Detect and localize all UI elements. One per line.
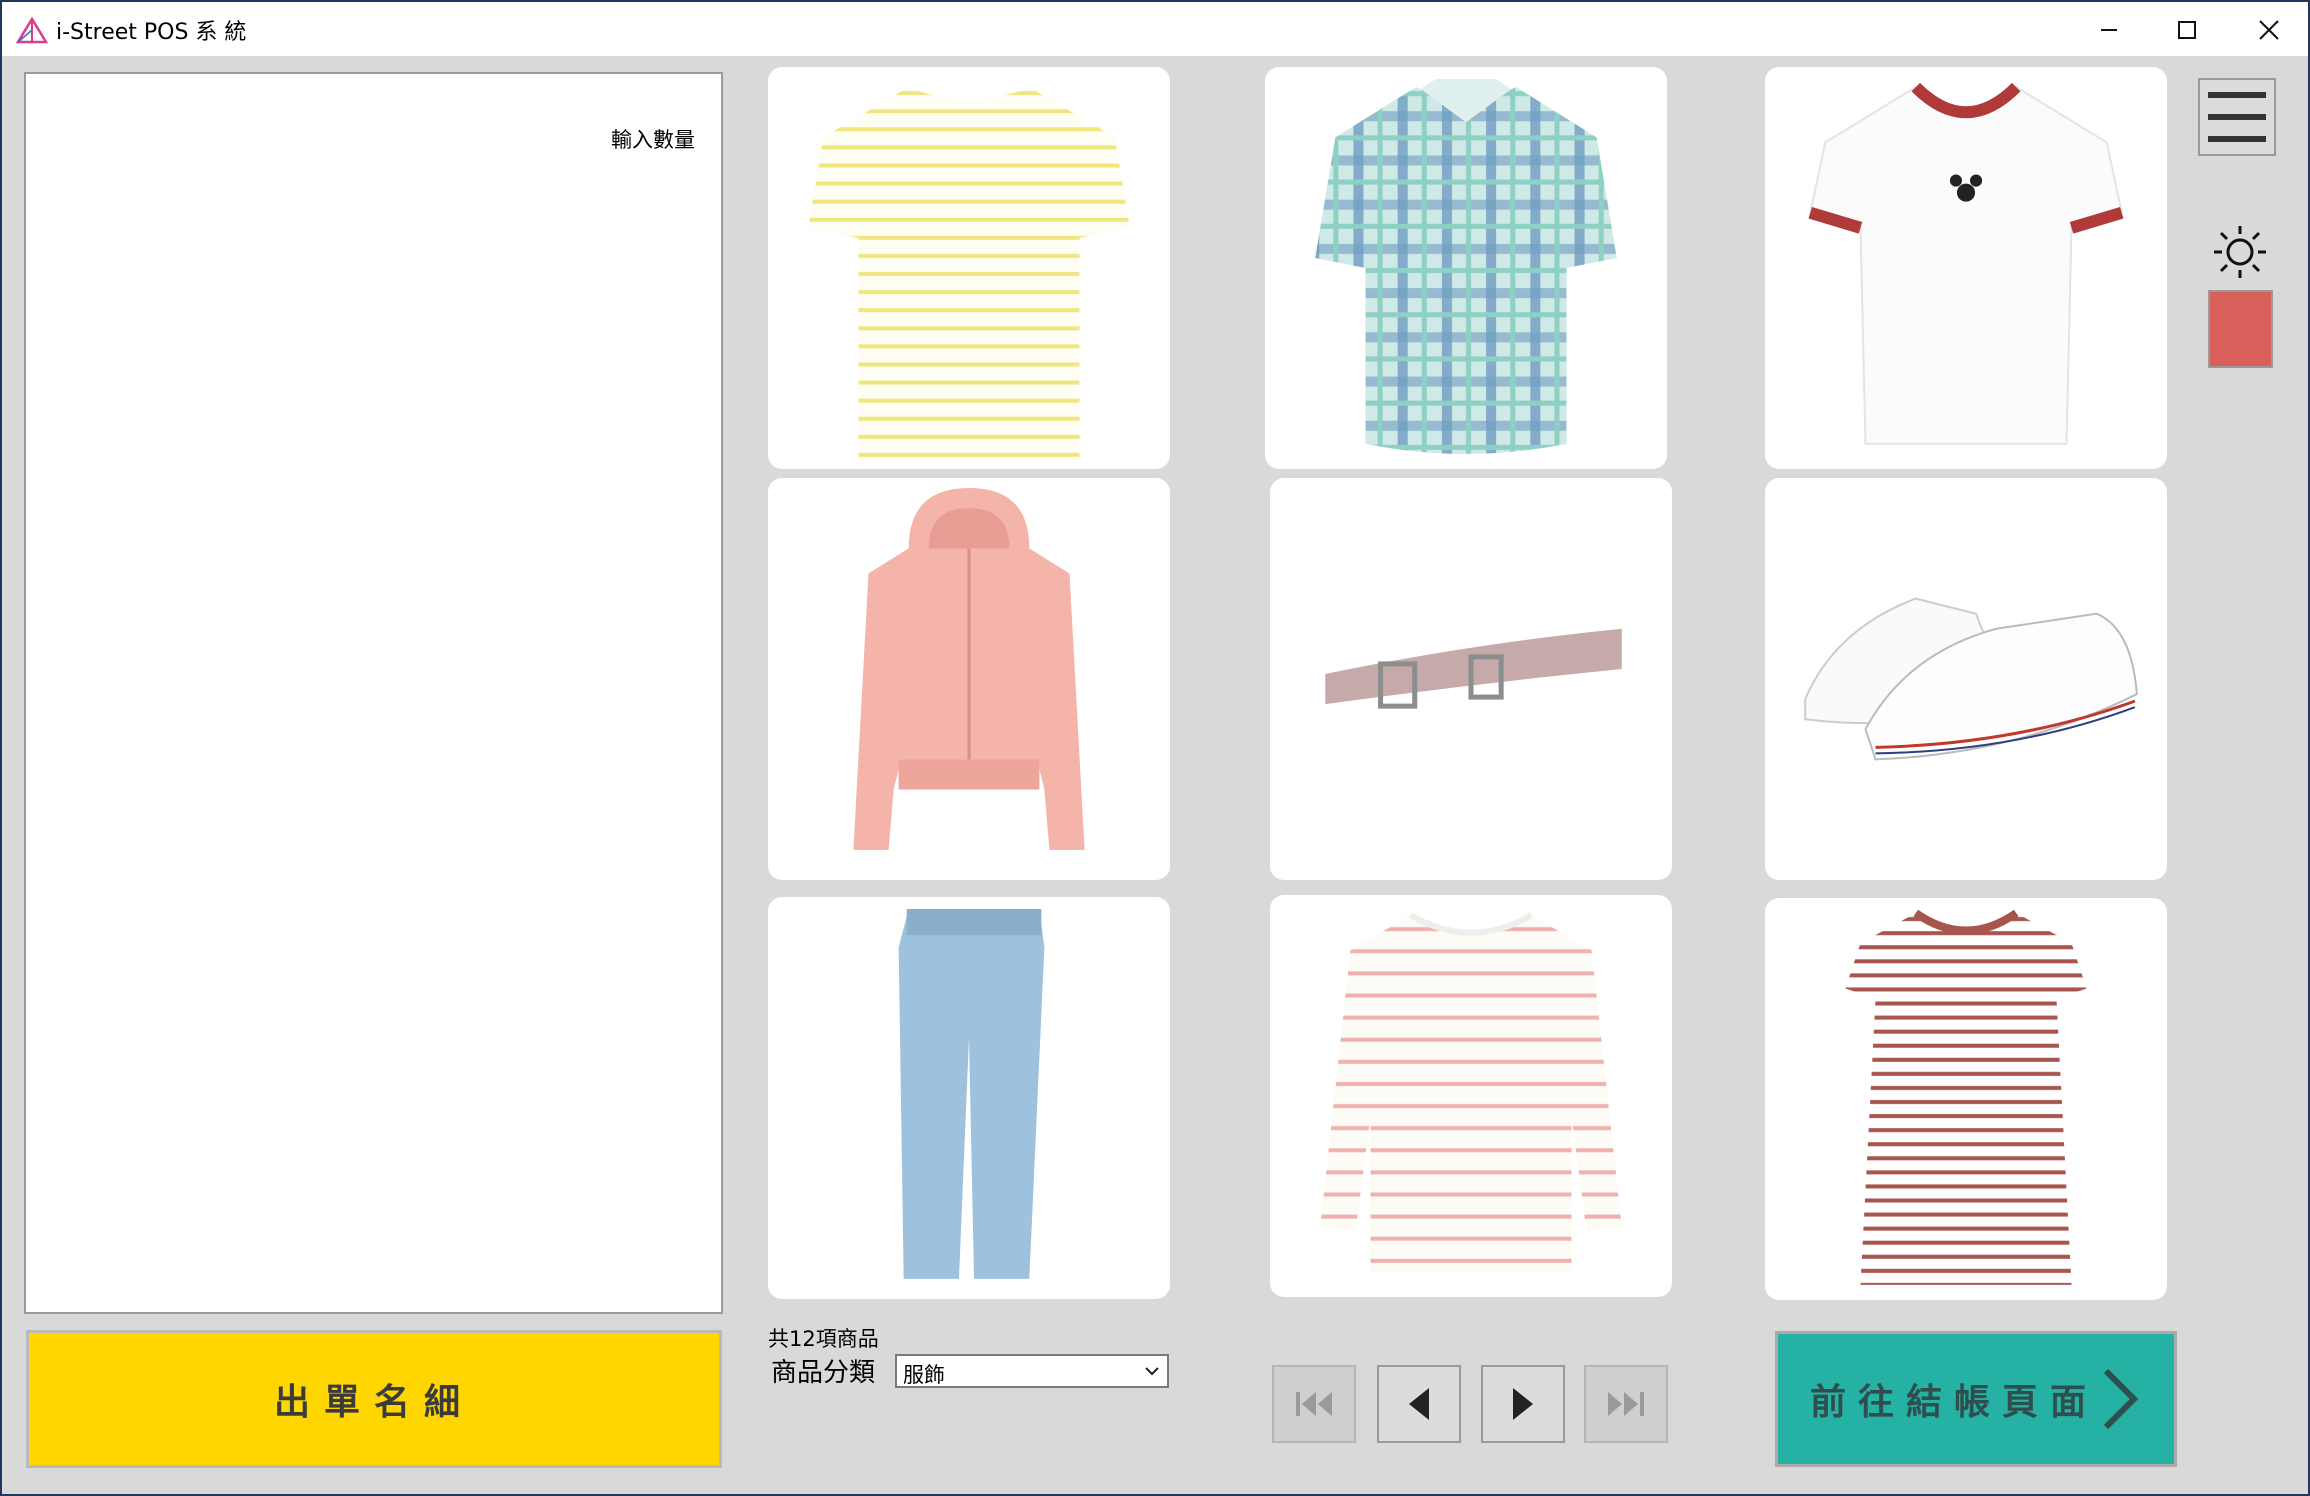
chevron-down-icon <box>1145 1367 1159 1376</box>
minimize-button[interactable] <box>2070 4 2148 56</box>
quantity-label: 輸入數量 <box>611 128 695 152</box>
hamburger-menu-icon <box>2208 92 2266 98</box>
maximize-button[interactable] <box>2148 4 2226 56</box>
checkout-button[interactable]: 前往結帳頁面 <box>1775 1331 2177 1467</box>
first-page-button[interactable] <box>1272 1365 1356 1443</box>
prev-page-button[interactable] <box>1377 1365 1461 1443</box>
white-canvas-sneakers-image <box>1804 597 2138 761</box>
product-card[interactable] <box>768 897 1170 1299</box>
prev-page-icon <box>1409 1388 1429 1420</box>
checkout-button-label: 前往結帳頁面 <box>1809 1382 2098 1423</box>
pink-striped-sweater-image <box>1320 912 1622 1272</box>
maximize-icon <box>2178 21 2196 39</box>
red-striped-tshirt-dress-image <box>1845 909 2087 1285</box>
hamburger-menu-button[interactable] <box>2198 78 2276 156</box>
blue-plaid-shirt-image <box>1315 79 1617 454</box>
hamburger-menu-icon <box>2208 136 2266 142</box>
first-page-icon <box>1296 1392 1332 1416</box>
order-detail-button[interactable]: 出單名細 <box>26 1330 722 1468</box>
product-card[interactable] <box>1270 895 1672 1297</box>
product-card[interactable] <box>1270 478 1672 880</box>
sun-icon[interactable] <box>2210 222 2270 282</box>
product-card[interactable] <box>1765 478 2167 880</box>
app-triangle-icon <box>16 16 48 44</box>
last-page-button[interactable] <box>1584 1365 1668 1443</box>
pink-zip-hoodie-image <box>853 488 1085 850</box>
title-bar: i-Street POS 系 統 <box>2 2 2308 56</box>
product-card[interactable] <box>1765 898 2167 1300</box>
close-button[interactable] <box>2230 4 2308 56</box>
category-label: 商品分類 <box>771 1358 876 1388</box>
product-count-label: 共12項商品 <box>768 1327 879 1351</box>
order-list-panel[interactable]: 輸入數量 <box>24 72 723 1314</box>
mauve-leather-belt-image <box>1325 628 1622 709</box>
next-page-icon <box>1513 1388 1533 1420</box>
category-select-value: 服飾 <box>903 1363 945 1387</box>
next-page-button[interactable] <box>1481 1365 1565 1443</box>
last-page-icon <box>1608 1392 1644 1416</box>
yellow-striped-tshirt-image <box>808 87 1130 459</box>
white-ringer-tshirt-image <box>1808 82 2124 445</box>
product-card[interactable] <box>1765 67 2167 469</box>
minimize-icon <box>2101 29 2117 31</box>
product-card[interactable] <box>1265 67 1667 469</box>
light-wash-jeans-image <box>898 909 1045 1279</box>
chevron-right-icon <box>2103 1368 2139 1430</box>
product-card[interactable] <box>768 67 1170 469</box>
close-icon <box>2259 20 2279 40</box>
hamburger-menu-icon <box>2208 114 2266 120</box>
category-select[interactable]: 服飾 <box>895 1354 1169 1388</box>
window-title: i-Street POS 系 統 <box>56 20 247 45</box>
color-swatch-button[interactable] <box>2208 290 2273 368</box>
product-card[interactable] <box>768 478 1170 880</box>
